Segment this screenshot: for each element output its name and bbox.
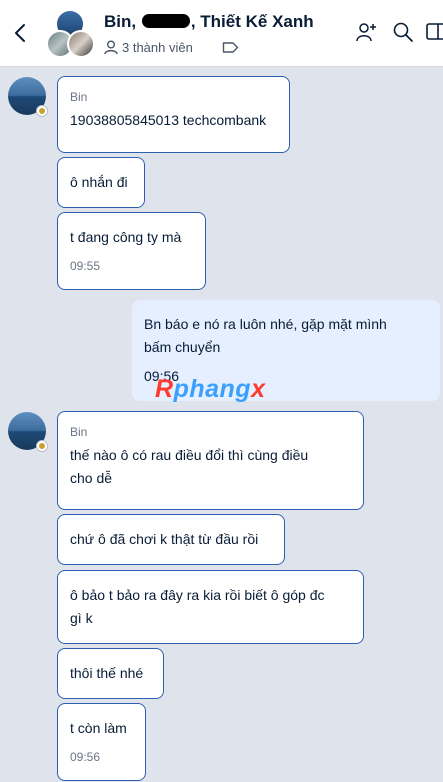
sender-name: Bin (70, 90, 88, 104)
message-time: 09:55 (70, 259, 101, 273)
message-time: 09:56 (70, 750, 101, 764)
group-avatar[interactable] (46, 9, 95, 58)
tag-icon[interactable] (222, 41, 239, 54)
message-bubble[interactable]: thôi thế nhé (57, 648, 164, 699)
key-badge-icon (36, 105, 48, 117)
key-badge-icon (36, 440, 48, 452)
message-text: cho dễ (70, 470, 113, 486)
message-text: thế nào ô có rau điều đổi thì cùng điều (70, 447, 309, 463)
search-icon[interactable] (392, 21, 414, 43)
message-text: 19038805845013 techcombank (70, 112, 267, 128)
message-text: ô nhắn đi (70, 174, 128, 190)
add-member-icon[interactable] (356, 21, 378, 43)
sidebar-toggle-icon[interactable] (426, 21, 443, 43)
message-text: ô bảo t bảo ra đây ra kia rồi biết ô góp… (70, 587, 325, 603)
sender-name: Bin (70, 425, 88, 439)
sender-avatar[interactable] (8, 412, 48, 452)
message-text: bấm chuyển (144, 339, 221, 355)
message-text: Bn báo e nó ra luôn nhé, gặp mặt mình (144, 316, 387, 332)
title-part: Bin, (104, 12, 137, 31)
redacted-name (141, 14, 190, 28)
message-bubble[interactable]: chứ ô đã chơi k thật từ đầu rồi (57, 514, 285, 565)
message-text: thôi thế nhé (70, 665, 144, 681)
message-text: t đang công ty mà (70, 229, 182, 245)
message-bubble[interactable]: Bin thế nào ô có rau điều đổi thì cùng đ… (57, 411, 364, 510)
member-count[interactable]: 3 thành viên (104, 40, 193, 55)
member-avatar (67, 30, 95, 58)
message-bubble[interactable]: t đang công ty mà 09:55 (57, 212, 206, 290)
back-arrow-icon[interactable] (12, 22, 30, 44)
title-part: , Thiết Kế Xanh (190, 12, 314, 31)
watermark-logo: Rphangx (155, 375, 266, 403)
person-icon (104, 40, 118, 55)
message-bubble[interactable]: ô bảo t bảo ra đây ra kia rồi biết ô góp… (57, 570, 364, 644)
message-bubble[interactable]: ô nhắn đi (57, 157, 145, 208)
chat-header: Bin, , Thiết Kế Xanh 3 thành viên (0, 0, 443, 67)
message-bubble[interactable]: t còn làm 09:56 (57, 703, 146, 781)
conversation-title[interactable]: Bin, , Thiết Kế Xanh (104, 12, 314, 32)
message-bubble[interactable]: Bin 19038805845013 techcombank (57, 76, 290, 153)
message-text: t còn làm (70, 720, 127, 736)
message-text: gì k (70, 610, 93, 626)
member-count-label: 3 thành viên (122, 40, 193, 55)
sender-avatar[interactable] (8, 77, 48, 117)
message-text: chứ ô đã chơi k thật từ đầu rồi (70, 531, 259, 547)
